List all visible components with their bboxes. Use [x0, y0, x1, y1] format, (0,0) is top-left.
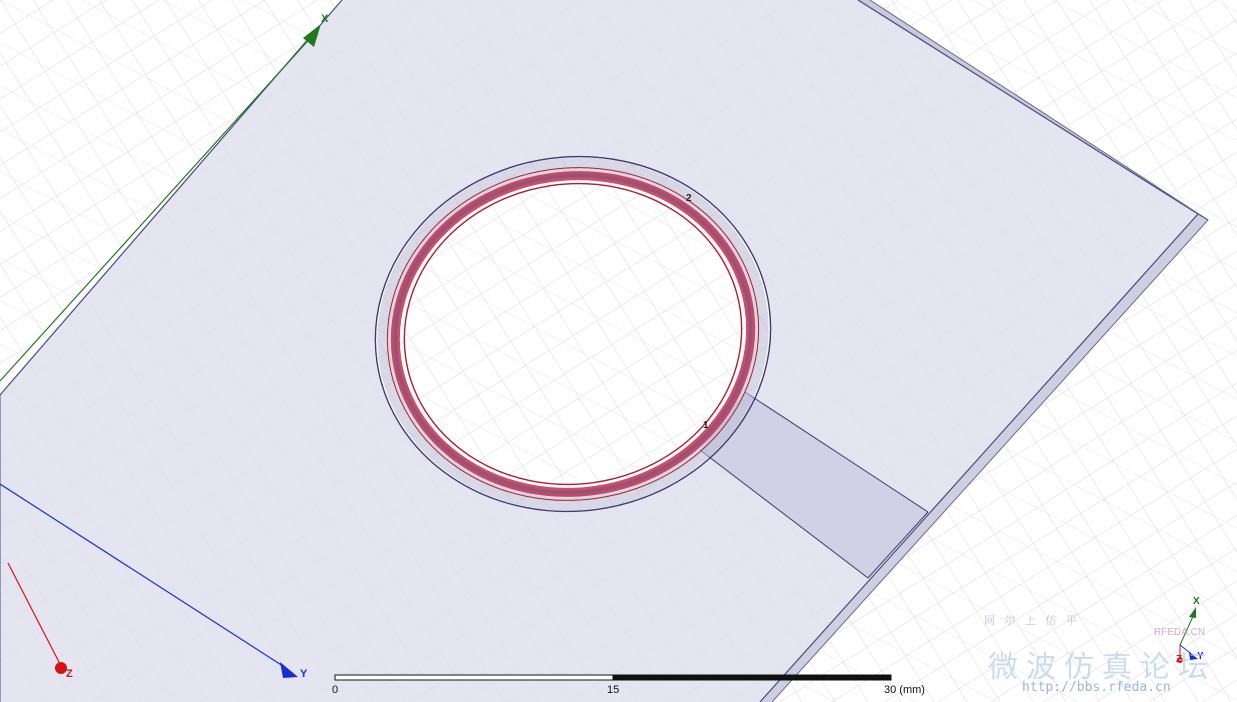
3d-modeler-viewport[interactable] [0, 0, 1237, 702]
ruler-tick-15: 15 [607, 684, 620, 696]
triad-x-label: X [1193, 596, 1200, 607]
watermark-url: http://bbs.rfeda.cn [1022, 680, 1171, 695]
ruler-tick-0: 0 [332, 684, 339, 696]
port-2-label: 2 [686, 193, 692, 204]
scale-ruler [334, 674, 892, 681]
x-axis-label: X [321, 13, 329, 25]
watermark-slogan: 网 尔 上 仿 平 [984, 614, 1080, 627]
port-1-label: 1 [703, 420, 709, 431]
ruler-tick-30: 30 (mm) [884, 684, 925, 696]
z-axis-label: Z [66, 668, 73, 680]
watermark-site: RFEDA.CN [1154, 627, 1206, 638]
y-axis-label: Y [300, 668, 308, 680]
